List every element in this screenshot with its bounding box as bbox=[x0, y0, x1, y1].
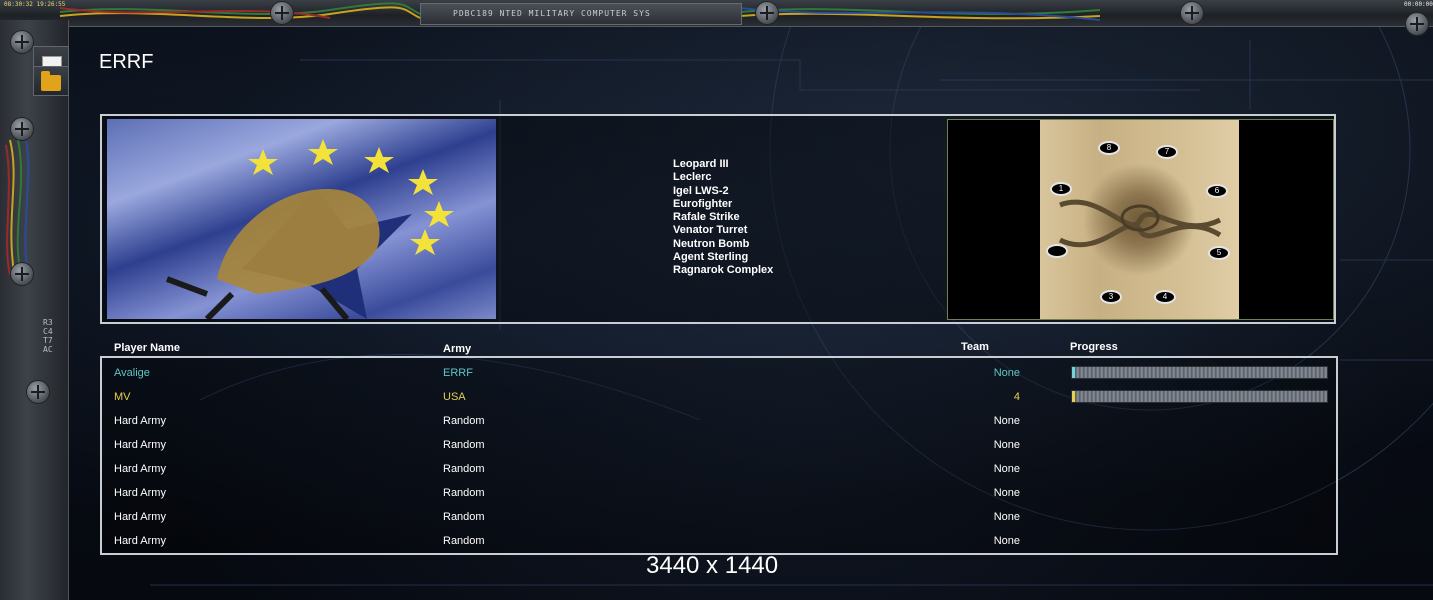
player-name: Hard Army bbox=[114, 487, 166, 499]
player-army: Random bbox=[443, 511, 485, 523]
player-army: Random bbox=[443, 463, 485, 475]
player-team: None bbox=[993, 367, 1020, 379]
unit-item: Rafale Strike bbox=[673, 211, 740, 224]
player-name: Hard Army bbox=[114, 415, 166, 427]
start-position-marker[interactable] bbox=[1046, 244, 1068, 258]
player-name: Avalige bbox=[114, 367, 150, 379]
player-army: USA bbox=[443, 391, 466, 403]
screw-icon bbox=[270, 1, 294, 25]
screw-icon bbox=[10, 117, 34, 141]
player-team: None bbox=[993, 463, 1020, 475]
unit-item: Igel LWS-2 bbox=[673, 184, 729, 197]
column-header-army: Army bbox=[443, 343, 472, 355]
table-row[interactable]: Hard Army Random None bbox=[0, 439, 1433, 463]
unit-list: Leopard III Leclerc Igel LWS-2 Eurofight… bbox=[673, 158, 773, 278]
clock-right: 00:00:00 bbox=[1404, 1, 1433, 8]
faction-flag bbox=[107, 119, 496, 319]
column-header-player: Player Name bbox=[114, 342, 181, 354]
player-army: Random bbox=[443, 439, 485, 451]
loading-progress-bar bbox=[1071, 390, 1328, 403]
screw-icon bbox=[1405, 12, 1429, 36]
loading-progress-bar bbox=[1071, 366, 1328, 379]
page-title: ERRF bbox=[99, 51, 154, 73]
start-position-marker[interactable]: 8 bbox=[1098, 141, 1120, 155]
player-army: Random bbox=[443, 415, 485, 427]
clock-left: 08:30:32 19:26:55 bbox=[4, 1, 66, 8]
unit-item: Venator Turret bbox=[673, 224, 748, 237]
player-name: Hard Army bbox=[114, 535, 166, 547]
player-team: None bbox=[993, 511, 1020, 523]
folder-icon bbox=[41, 71, 61, 91]
top-system-title: PDBC189 NTED MILITARY COMPUTER SYS bbox=[453, 9, 651, 18]
start-position-marker[interactable]: 7 bbox=[1156, 145, 1178, 159]
side-button-folder[interactable] bbox=[33, 66, 69, 96]
player-team: None bbox=[993, 487, 1020, 499]
player-name: Hard Army bbox=[114, 439, 166, 451]
unit-item: Eurofighter bbox=[673, 197, 733, 210]
player-name: MV bbox=[114, 391, 131, 403]
column-header-progress: Progress bbox=[1070, 341, 1118, 353]
start-position-marker[interactable]: 4 bbox=[1154, 290, 1176, 304]
table-row[interactable]: MV USA 4 bbox=[0, 390, 1433, 415]
top-metal-bar: PDBC189 NTED MILITARY COMPUTER SYS 08:30… bbox=[0, 0, 1433, 36]
start-position-marker[interactable]: 6 bbox=[1206, 184, 1228, 198]
player-army: Random bbox=[443, 487, 485, 499]
start-position-marker[interactable]: 5 bbox=[1208, 246, 1230, 260]
unit-item: Neutron Bomb bbox=[673, 237, 750, 250]
screw-icon bbox=[755, 1, 779, 25]
table-row[interactable]: Hard Army Random None bbox=[0, 487, 1433, 511]
resolution-label: 3440 x 1440 bbox=[646, 552, 779, 579]
player-team: None bbox=[993, 535, 1020, 547]
screw-icon bbox=[10, 262, 34, 286]
column-header-team: Team bbox=[961, 341, 989, 353]
map-terrain: 8 7 1 6 5 3 4 bbox=[1040, 120, 1239, 319]
table-row[interactable]: Avalige ERRF None bbox=[0, 366, 1433, 391]
progress-fill bbox=[1072, 367, 1076, 378]
player-team: 4 bbox=[1013, 391, 1020, 403]
map-preview[interactable]: 8 7 1 6 5 3 4 bbox=[947, 119, 1334, 320]
unit-item: Leopard III bbox=[673, 158, 729, 170]
side-code-label: R3C4T7AC bbox=[43, 318, 53, 354]
player-name: Hard Army bbox=[114, 463, 166, 475]
start-position-marker[interactable]: 3 bbox=[1100, 290, 1122, 304]
table-row[interactable]: Hard Army Random None bbox=[0, 463, 1433, 487]
player-team: None bbox=[993, 439, 1020, 451]
unit-item: Ragnarok Complex bbox=[673, 264, 774, 277]
screw-icon bbox=[1180, 1, 1204, 25]
screw-icon bbox=[10, 30, 34, 54]
player-name: Hard Army bbox=[114, 511, 166, 523]
player-army: Random bbox=[443, 535, 485, 547]
unit-item: Agent Sterling bbox=[673, 251, 749, 264]
start-position-marker[interactable]: 1 bbox=[1050, 182, 1072, 196]
table-row[interactable]: Hard Army Random None bbox=[0, 415, 1433, 439]
faction-emblem bbox=[165, 139, 454, 319]
unit-item: Leclerc bbox=[673, 171, 712, 184]
table-row[interactable]: Hard Army Random None bbox=[0, 511, 1433, 535]
player-team: None bbox=[993, 415, 1020, 427]
map-features bbox=[1058, 199, 1222, 248]
progress-fill bbox=[1072, 391, 1076, 402]
player-army: ERRF bbox=[443, 367, 473, 379]
